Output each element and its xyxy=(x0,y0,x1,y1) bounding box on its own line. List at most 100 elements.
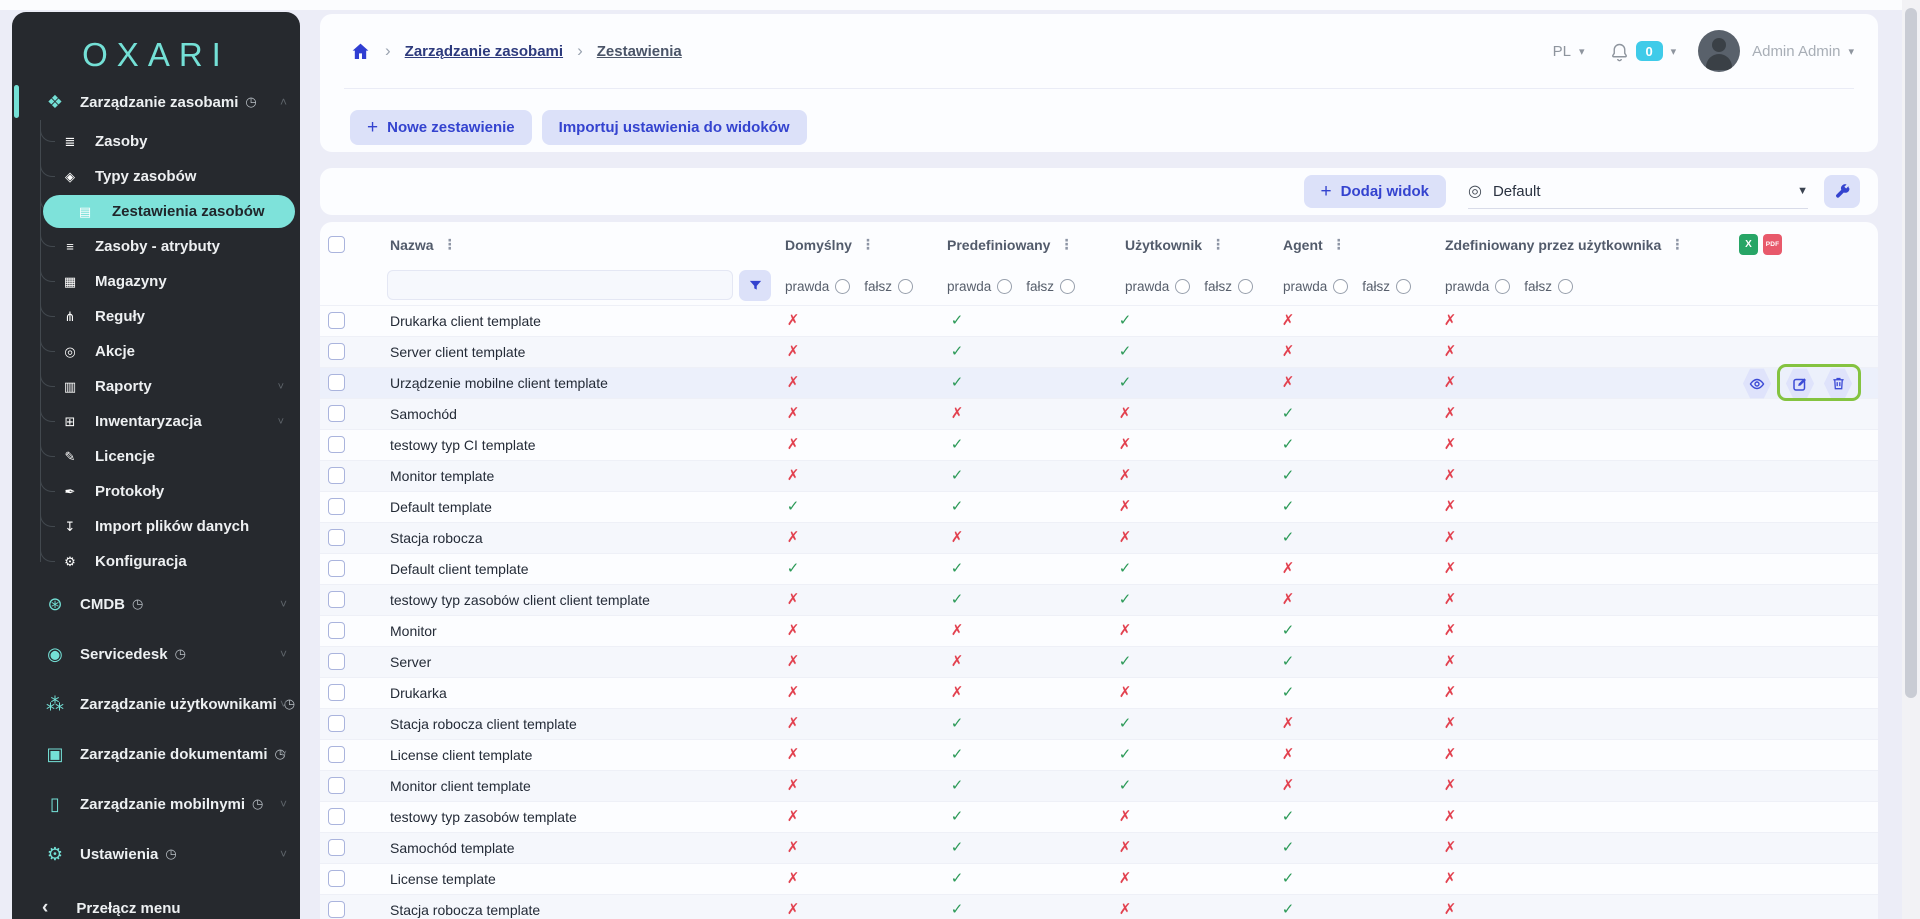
sidebar-item-zasoby-atrybuty[interactable]: ≡Zasoby - atrybuty xyxy=(12,229,300,264)
scrollbar-track[interactable] xyxy=(1902,0,1920,919)
filter-true-radio[interactable] xyxy=(1495,279,1510,294)
row-checkbox[interactable] xyxy=(328,529,345,546)
view-settings-button[interactable] xyxy=(1824,175,1860,208)
scrollbar-thumb[interactable] xyxy=(1905,8,1917,698)
language-selector[interactable]: PL xyxy=(1553,43,1571,60)
sidebar-item-licencje[interactable]: ✎Licencje xyxy=(12,439,300,474)
table-row[interactable]: Monitor✗✗✗✓✗ xyxy=(320,616,1878,647)
user-menu-caret-icon[interactable]: ▾ xyxy=(1848,45,1854,58)
new-compilation-button[interactable]: + Nowe zestawienie xyxy=(350,110,532,145)
table-row[interactable]: License client template✗✓✓✗✗ xyxy=(320,740,1878,771)
table-row[interactable]: Stacja robocza template✗✓✗✓✗ xyxy=(320,895,1878,919)
table-row[interactable]: Stacja robocza client template✗✓✓✗✗ xyxy=(320,709,1878,740)
filter-true-radio[interactable] xyxy=(835,279,850,294)
column-menu-icon[interactable]: ⋮ xyxy=(861,236,875,253)
table-row[interactable]: License template✗✓✗✓✗ xyxy=(320,864,1878,895)
name-filter-input[interactable] xyxy=(387,270,733,300)
import-settings-button[interactable]: Importuj ustawienia do widoków xyxy=(542,110,807,145)
bell-icon[interactable] xyxy=(1609,41,1630,62)
sidebar-item-konfiguracja[interactable]: ⚙Konfiguracja xyxy=(12,544,300,579)
sidebar-section-cmdb[interactable]: ⊛CMDB◷˅ xyxy=(12,579,300,629)
column-menu-icon[interactable]: ⋮ xyxy=(1670,236,1684,253)
row-checkbox[interactable] xyxy=(328,591,345,608)
table-row[interactable]: Monitor template✗✓✗✓✗ xyxy=(320,461,1878,492)
row-checkbox[interactable] xyxy=(328,684,345,701)
column-menu-icon[interactable]: ⋮ xyxy=(1211,236,1225,253)
row-checkbox[interactable] xyxy=(328,436,345,453)
row-checkbox[interactable] xyxy=(328,746,345,763)
table-row[interactable]: Drukarka✗✗✗✓✗ xyxy=(320,678,1878,709)
row-checkbox[interactable] xyxy=(328,405,345,422)
table-row[interactable]: Urządzenie mobilne client template✗✓✓✗✗ xyxy=(320,368,1878,399)
row-checkbox[interactable] xyxy=(328,560,345,577)
table-row[interactable]: Server client template✗✓✓✗✗ xyxy=(320,337,1878,368)
select-all-checkbox[interactable] xyxy=(328,236,345,253)
row-checkbox[interactable] xyxy=(328,374,345,391)
delete-button[interactable] xyxy=(1823,368,1853,399)
filter-false-radio[interactable] xyxy=(1558,279,1573,294)
sidebar-section-zarządzanie-zasobami[interactable]: ❖Zarządzanie zasobami◷˄ xyxy=(12,80,300,124)
notification-caret-icon[interactable]: ▾ xyxy=(1671,45,1677,58)
edit-button[interactable] xyxy=(1785,368,1815,399)
row-checkbox[interactable] xyxy=(328,467,345,484)
user-name[interactable]: Admin Admin xyxy=(1752,43,1840,60)
sidebar-item-akcje[interactable]: ◎Akcje xyxy=(12,334,300,369)
sidebar-section-servicedesk[interactable]: ◉Servicedesk◷˅ xyxy=(12,629,300,679)
table-row[interactable]: testowy typ CI template✗✓✗✓✗ xyxy=(320,430,1878,461)
filter-false-radio[interactable] xyxy=(1238,279,1253,294)
filter-true-radio[interactable] xyxy=(1175,279,1190,294)
table-row[interactable]: Default template✓✓✗✓✗ xyxy=(320,492,1878,523)
sidebar-item-magazyny[interactable]: ▦Magazyny xyxy=(12,264,300,299)
row-checkbox[interactable] xyxy=(328,808,345,825)
sidebar-item-import-plików-danych[interactable]: ↧Import plików danych xyxy=(12,509,300,544)
column-menu-icon[interactable]: ⋮ xyxy=(1059,236,1073,253)
view-selector[interactable]: ◎ Default ▼ xyxy=(1468,175,1808,209)
excel-export-icon[interactable]: X xyxy=(1739,234,1758,255)
table-row[interactable]: Server✗✗✓✓✗ xyxy=(320,647,1878,678)
table-row[interactable]: Monitor client template✗✓✓✗✗ xyxy=(320,771,1878,802)
table-row[interactable]: Drukarka client template✗✓✓✗✗ xyxy=(320,306,1878,337)
home-icon[interactable] xyxy=(350,41,371,62)
breadcrumb-link-zarządzanie-zasobami[interactable]: Zarządzanie zasobami xyxy=(405,43,563,60)
table-row[interactable]: Stacja robocza✗✗✗✓✗ xyxy=(320,523,1878,554)
sidebar-item-inwentaryzacja[interactable]: ⊞Inwentaryzacja˅ xyxy=(12,404,300,439)
table-row[interactable]: testowy typ zasobów client client templa… xyxy=(320,585,1878,616)
add-view-button[interactable]: + Dodaj widok xyxy=(1304,175,1446,208)
sidebar-item-zasoby[interactable]: ≣Zasoby xyxy=(12,124,300,159)
row-checkbox[interactable] xyxy=(328,870,345,887)
row-checkbox[interactable] xyxy=(328,343,345,360)
row-checkbox[interactable] xyxy=(328,715,345,732)
sidebar-section-ustawienia[interactable]: ⚙Ustawienia◷˅ xyxy=(12,829,300,879)
filter-true-radio[interactable] xyxy=(997,279,1012,294)
column-menu-icon[interactable]: ⋮ xyxy=(443,236,457,253)
sidebar-section-zarządzanie-użytkownikami[interactable]: ⁂Zarządzanie użytkownikami◷˅ xyxy=(12,679,300,729)
language-caret-icon[interactable]: ▾ xyxy=(1579,45,1585,58)
avatar[interactable] xyxy=(1698,30,1740,72)
sidebar-section-zarządzanie-dokumentami[interactable]: ▣Zarządzanie dokumentami◷˅ xyxy=(12,729,300,779)
filter-true-radio[interactable] xyxy=(1333,279,1348,294)
pdf-export-icon[interactable]: PDF xyxy=(1763,234,1782,255)
table-row[interactable]: testowy typ zasobów template✗✓✗✓✗ xyxy=(320,802,1878,833)
breadcrumb-link-zestawienia[interactable]: Zestawienia xyxy=(597,43,682,60)
filter-false-radio[interactable] xyxy=(898,279,913,294)
filter-funnel-button[interactable] xyxy=(739,270,771,301)
row-checkbox[interactable] xyxy=(328,622,345,639)
column-menu-icon[interactable]: ⋮ xyxy=(1332,236,1346,253)
menu-toggle[interactable]: ‹ Przełącz menu xyxy=(12,890,300,919)
sidebar-item-raporty[interactable]: ▥Raporty˅ xyxy=(12,369,300,404)
table-row[interactable]: Default client template✓✓✓✗✗ xyxy=(320,554,1878,585)
row-checkbox[interactable] xyxy=(328,653,345,670)
sidebar-item-zestawienia-zasobów[interactable]: ▤Zestawienia zasobów xyxy=(12,194,300,229)
row-checkbox[interactable] xyxy=(328,777,345,794)
filter-false-radio[interactable] xyxy=(1396,279,1411,294)
table-row[interactable]: Samochód template✗✓✗✓✗ xyxy=(320,833,1878,864)
row-checkbox[interactable] xyxy=(328,312,345,329)
table-row[interactable]: Samochód✗✗✗✓✗ xyxy=(320,399,1878,430)
row-checkbox[interactable] xyxy=(328,839,345,856)
preview-button[interactable] xyxy=(1742,368,1772,399)
row-checkbox[interactable] xyxy=(328,498,345,515)
row-checkbox[interactable] xyxy=(328,901,345,918)
sidebar-item-protokoły[interactable]: ✒Protokoły xyxy=(12,474,300,509)
sidebar-item-typy-zasobów[interactable]: ◈Typy zasobów xyxy=(12,159,300,194)
sidebar-section-zarządzanie-mobilnymi[interactable]: ▯Zarządzanie mobilnymi◷˅ xyxy=(12,779,300,829)
